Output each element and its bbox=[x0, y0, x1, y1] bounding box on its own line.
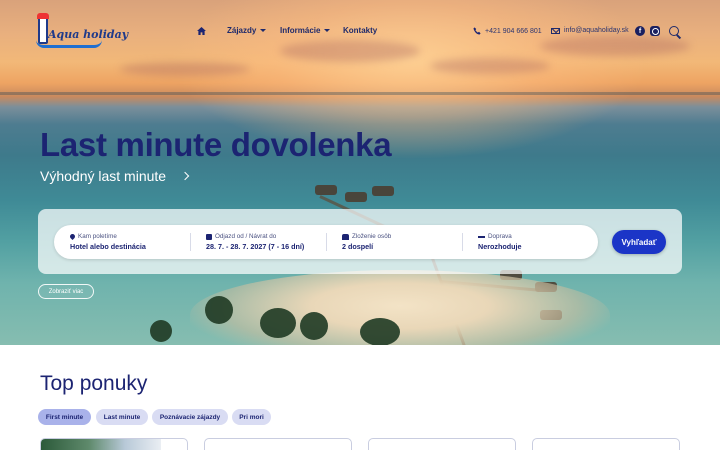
hero-title: Last minute dovolenka bbox=[40, 126, 392, 163]
chevron-down-icon bbox=[260, 29, 267, 32]
nav-zajazdy[interactable]: Zájazdy bbox=[227, 26, 267, 35]
field-divider bbox=[326, 233, 327, 251]
calendar-icon bbox=[206, 233, 212, 240]
nav-label: Zájazdy bbox=[227, 26, 257, 35]
location-pin-icon bbox=[68, 232, 77, 241]
search-button[interactable]: Vyhľadať bbox=[612, 230, 666, 254]
palm-tree bbox=[300, 312, 328, 340]
tab-last-minute[interactable]: Last minute bbox=[96, 409, 148, 425]
cloud bbox=[120, 62, 250, 76]
hero-subtitle-link[interactable]: Výhodný last minute bbox=[40, 168, 190, 184]
logo[interactable]: Aqua holiday bbox=[36, 13, 128, 48]
site-header: Aqua holiday Zájazdy Informácie Kontakty… bbox=[0, 0, 720, 64]
transport-field[interactable]: Doprava Nerozhoduje bbox=[478, 233, 522, 253]
facebook-icon[interactable]: f bbox=[635, 26, 645, 36]
home-icon[interactable] bbox=[197, 27, 206, 35]
offer-image bbox=[41, 439, 161, 450]
transport-value: Nerozhoduje bbox=[478, 242, 522, 251]
offer-card[interactable] bbox=[40, 438, 188, 450]
phone-number: +421 904 666 801 bbox=[485, 27, 542, 35]
nav-label: Kontakty bbox=[343, 26, 378, 35]
people-icon bbox=[342, 233, 349, 240]
palm-tree bbox=[360, 318, 400, 345]
horizon-line bbox=[0, 92, 720, 95]
wave-icon bbox=[36, 40, 102, 48]
search-form: Kam poletíme Hotel alebo destinácia Odja… bbox=[54, 225, 598, 259]
hero-subtitle: Výhodný last minute bbox=[40, 168, 167, 184]
email-address: info@aquaholiday.sk bbox=[564, 27, 629, 34]
tab-first-minute[interactable]: First minute bbox=[38, 409, 91, 425]
destination-field[interactable]: Kam poletíme Hotel alebo destinácia bbox=[68, 232, 146, 253]
instagram-icon[interactable] bbox=[650, 26, 660, 36]
transport-label: Doprava bbox=[488, 233, 512, 240]
palm-tree bbox=[150, 320, 172, 342]
palm-tree bbox=[205, 296, 233, 324]
destination-value: Hotel alebo destinácia bbox=[70, 242, 146, 251]
plane-icon bbox=[478, 235, 485, 238]
palm-tree bbox=[260, 308, 296, 338]
travelers-value: 2 dospelí bbox=[342, 242, 374, 251]
offer-card[interactable] bbox=[204, 438, 352, 450]
mail-icon bbox=[551, 27, 560, 34]
chevron-down-icon bbox=[324, 29, 331, 32]
dates-value: 28. 7. - 28. 7. 2027 (7 - 16 dní) bbox=[206, 242, 305, 251]
destination-label: Kam poletíme bbox=[78, 233, 117, 240]
search-icon[interactable] bbox=[669, 26, 679, 36]
phone-link[interactable]: +421 904 666 801 bbox=[473, 27, 542, 35]
offer-card[interactable] bbox=[532, 438, 680, 450]
field-divider bbox=[190, 233, 191, 251]
phone-icon bbox=[473, 27, 481, 35]
tab-poznavacie-zajazdy[interactable]: Poznávacie zájazdy bbox=[152, 409, 228, 425]
travelers-label: Zloženie osôb bbox=[352, 233, 392, 240]
overwater-villa bbox=[315, 185, 337, 195]
tab-pri-mori[interactable]: Pri mori bbox=[232, 409, 271, 425]
section-title-top-offers: Top ponuky bbox=[40, 372, 148, 395]
dates-label: Odjazd od / Návrat do bbox=[215, 233, 277, 240]
offer-card[interactable] bbox=[368, 438, 516, 450]
chevron-right-icon bbox=[180, 171, 190, 181]
nav-label: Informácie bbox=[280, 26, 321, 35]
nav-informacie[interactable]: Informácie bbox=[280, 26, 331, 35]
dates-field[interactable]: Odjazd od / Návrat do 28. 7. - 28. 7. 20… bbox=[206, 233, 304, 253]
overwater-villa bbox=[345, 192, 367, 202]
email-link[interactable]: info@aquaholiday.sk bbox=[551, 27, 629, 34]
field-divider bbox=[462, 233, 463, 251]
show-more-button[interactable]: Zobraziť viac bbox=[38, 284, 94, 299]
logo-text: Aqua holiday bbox=[48, 28, 129, 41]
travelers-field[interactable]: Zloženie osôb 2 dospelí bbox=[342, 233, 391, 253]
nav-kontakty[interactable]: Kontakty bbox=[343, 26, 377, 35]
overwater-villa bbox=[372, 186, 394, 196]
